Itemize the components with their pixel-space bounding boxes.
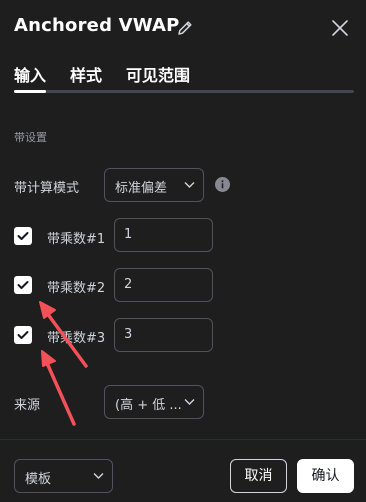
band-2-label: 带乘数#2: [47, 281, 106, 296]
band-3-checkbox[interactable]: [14, 326, 32, 344]
check-icon: [17, 281, 29, 289]
band-2-multiplier-input[interactable]: 2: [114, 268, 213, 302]
pencil-icon[interactable]: [176, 19, 194, 37]
calc-mode-select[interactable]: 标准偏差: [104, 168, 204, 202]
annotation-arrow: [41, 350, 76, 426]
band-3-value: 3: [124, 327, 133, 342]
chevron-down-icon: [184, 182, 195, 188]
calc-mode-label: 带计算模式: [14, 181, 80, 196]
source-value: (高 + 低 ...: [115, 398, 182, 413]
template-label: 模板: [25, 472, 52, 487]
band-1-checkbox[interactable]: [14, 227, 32, 245]
indicator-settings-dialog: Anchored VWAP 输入 样式 可见范围 带设置 带计算模式 标准偏差 …: [0, 0, 366, 502]
band-1-label: 带乘数#1: [47, 232, 106, 247]
active-tab-indicator: [14, 90, 46, 93]
band-1-value: 1: [124, 227, 133, 242]
source-select[interactable]: (高 + 低 ...: [104, 385, 204, 419]
tab-style[interactable]: 样式: [70, 62, 102, 86]
tab-inputs[interactable]: 输入: [14, 62, 46, 86]
band-3-label: 带乘数#3: [47, 331, 106, 346]
calc-mode-value: 标准偏差: [115, 181, 168, 196]
dialog-title: Anchored VWAP: [14, 15, 180, 36]
chevron-down-icon: [93, 473, 104, 479]
tab-track: [14, 90, 354, 93]
dialog-header: Anchored VWAP: [0, 0, 366, 56]
band-3-multiplier-input[interactable]: 3: [114, 318, 213, 352]
band-2-value: 2: [124, 277, 133, 292]
band-2-checkbox[interactable]: [14, 276, 32, 294]
cancel-button[interactable]: 取消: [230, 459, 287, 493]
chevron-down-icon: [184, 399, 195, 405]
check-icon: [17, 331, 29, 339]
template-select[interactable]: 模板: [14, 459, 113, 493]
footer-divider: [0, 439, 366, 440]
section-title: 带设置: [14, 131, 47, 144]
info-icon[interactable]: [215, 177, 230, 192]
band-1-multiplier-input[interactable]: 1: [114, 218, 213, 252]
ok-button[interactable]: 确认: [297, 459, 354, 493]
tab-visibility[interactable]: 可见范围: [126, 62, 190, 86]
close-icon[interactable]: [330, 18, 350, 38]
source-label: 来源: [14, 398, 41, 413]
check-icon: [17, 232, 29, 240]
